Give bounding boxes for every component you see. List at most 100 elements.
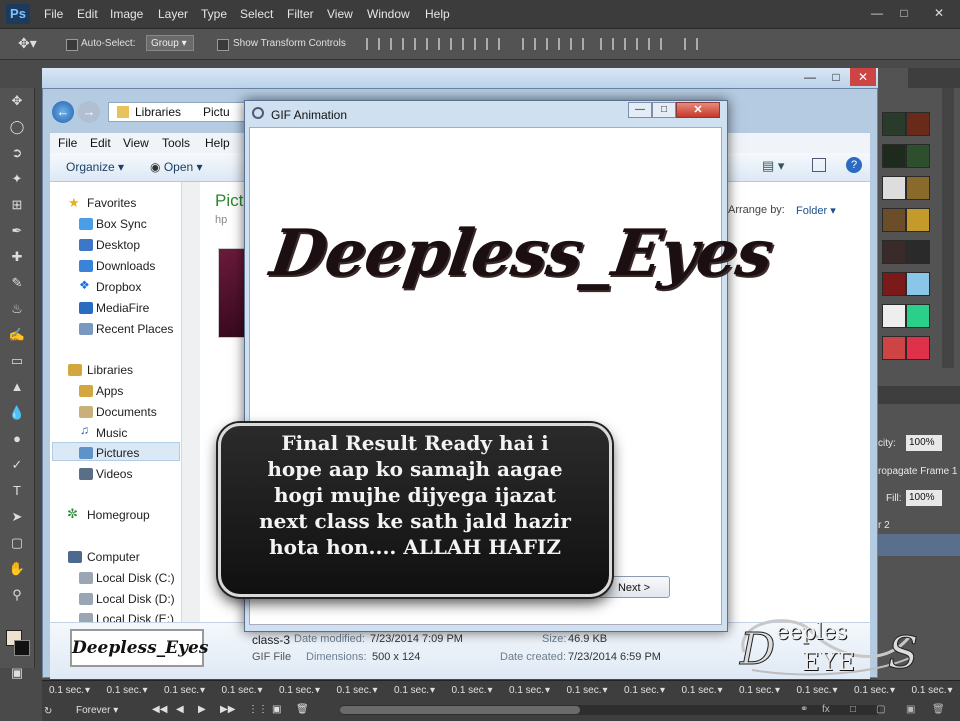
trash-icon[interactable]: 🗑 — [932, 704, 945, 715]
show-transform-checkbox[interactable] — [217, 39, 229, 51]
explorer-close-icon[interactable]: ✕ — [850, 68, 876, 86]
help-icon[interactable]: ? — [846, 157, 862, 173]
organize-button[interactable]: Organize ▾ — [66, 160, 124, 174]
history-brush-icon[interactable]: ✍ — [8, 326, 26, 344]
nav-dropbox[interactable]: Dropbox — [96, 280, 141, 294]
frame-delay[interactable]: 0.1 sec. — [682, 685, 717, 696]
auto-align-icon[interactable] — [684, 38, 698, 50]
frame-delay[interactable]: 0.1 sec. — [394, 685, 429, 696]
zoom-tool-icon[interactable]: ⚲ — [8, 586, 26, 604]
align-right-icon[interactable] — [486, 38, 500, 50]
frame-delay-dropdown-icon[interactable]: ▾ — [85, 685, 90, 696]
frame-delay-dropdown-icon[interactable]: ▾ — [488, 685, 493, 696]
menu-window[interactable]: Window — [367, 7, 410, 21]
frame-delay[interactable]: 0.1 sec. — [222, 685, 257, 696]
next-frame-icon[interactable]: ▶▶ — [220, 704, 235, 715]
menu-image[interactable]: Image — [110, 7, 143, 21]
frame-delay-dropdown-icon[interactable]: ▾ — [890, 685, 895, 696]
style-swatch[interactable] — [882, 144, 906, 168]
tween-icon[interactable]: ⋮⋮ — [248, 704, 268, 715]
frame-delay-dropdown-icon[interactable]: ▾ — [430, 685, 435, 696]
first-frame-icon[interactable]: ◀◀ — [152, 704, 167, 715]
frame-delay[interactable]: 0.1 sec. — [337, 685, 372, 696]
style-swatch[interactable] — [882, 304, 906, 328]
frame-delay-dropdown-icon[interactable]: ▾ — [775, 685, 780, 696]
frame-delay[interactable]: 0.1 sec. — [739, 685, 774, 696]
lasso-tool-icon[interactable]: ➲ — [8, 144, 26, 162]
style-swatch[interactable] — [882, 208, 906, 232]
nav-homegroup[interactable]: Homegroup — [87, 508, 150, 522]
paint-bucket-icon[interactable]: ▲ — [8, 378, 26, 396]
frame-delay-dropdown-icon[interactable]: ▾ — [315, 685, 320, 696]
crop-tool-icon[interactable]: ⊞ — [8, 196, 26, 214]
frame-delay-dropdown-icon[interactable]: ▾ — [200, 685, 205, 696]
blur-tool-icon[interactable]: 💧 — [8, 404, 26, 422]
quick-mask-icon[interactable]: ▣ — [8, 664, 26, 682]
path-selection-icon[interactable]: ➤ — [8, 508, 26, 526]
explorer-menu-tools[interactable]: Tools — [162, 136, 190, 150]
frame-delay-dropdown-icon[interactable]: ▾ — [718, 685, 723, 696]
nav-downloads[interactable]: Downloads — [96, 259, 155, 273]
nav-documents[interactable]: Documents — [96, 405, 157, 419]
delete-frame-icon[interactable]: 🗑 — [296, 704, 309, 715]
style-swatch[interactable] — [882, 176, 906, 200]
marquee-tool-icon[interactable]: ◯ — [8, 118, 26, 136]
style-swatch[interactable] — [906, 144, 930, 168]
hand-tool-icon[interactable]: ✋ — [8, 560, 26, 578]
style-swatch[interactable] — [906, 304, 930, 328]
move-tool-icon[interactable]: ✥▾ — [18, 35, 37, 52]
frame-delay[interactable]: 0.1 sec. — [912, 685, 947, 696]
menu-filter[interactable]: Filter — [287, 7, 314, 21]
nav-local-disk-d[interactable]: Local Disk (D:) — [96, 592, 175, 606]
auto-select-checkbox[interactable] — [66, 39, 78, 51]
folder-layer-icon[interactable]: ▢ — [876, 704, 885, 715]
menu-type[interactable]: Type — [201, 7, 227, 21]
new-frame-icon[interactable]: ▣ — [906, 704, 915, 715]
explorer-menu-file[interactable]: File — [58, 136, 77, 150]
loop-dropdown[interactable]: Forever ▾ — [76, 705, 118, 716]
previous-frame-icon[interactable]: ◀ — [176, 704, 184, 715]
distribute-left-icon[interactable] — [600, 38, 614, 50]
menu-select[interactable]: Select — [240, 7, 273, 21]
magic-wand-icon[interactable]: ✦ — [8, 170, 26, 188]
frame-delay-dropdown-icon[interactable]: ▾ — [833, 685, 838, 696]
style-swatch[interactable] — [906, 240, 930, 264]
open-button[interactable]: ◉ Open ▾ — [150, 160, 203, 174]
align-vcenter-icon[interactable] — [390, 38, 404, 50]
align-top-icon[interactable] — [366, 38, 380, 50]
healing-brush-icon[interactable]: ✚ — [8, 248, 26, 266]
gif-maximize-icon[interactable]: □ — [652, 102, 676, 118]
frame-delay-dropdown-icon[interactable]: ▾ — [603, 685, 608, 696]
move-tool-icon[interactable]: ✥ — [8, 92, 26, 110]
breadcrumb-pictures[interactable]: Pictu — [203, 105, 230, 119]
distribute-vcenter-icon[interactable] — [546, 38, 560, 50]
minimize-icon[interactable]: — — [866, 4, 888, 22]
frame-delay[interactable]: 0.1 sec. — [509, 685, 544, 696]
nav-favorites[interactable]: Favorites — [87, 196, 136, 210]
frame-delay-dropdown-icon[interactable]: ▾ — [258, 685, 263, 696]
type-tool-icon[interactable]: T — [8, 482, 26, 500]
menu-view[interactable]: View — [327, 7, 353, 21]
eraser-icon[interactable]: ▭ — [8, 352, 26, 370]
nav-local-disk-c[interactable]: Local Disk (C:) — [96, 571, 175, 585]
frame-delay-dropdown-icon[interactable]: ▾ — [545, 685, 550, 696]
play-icon[interactable]: ▶ — [198, 704, 206, 715]
style-swatch[interactable] — [906, 176, 930, 200]
explorer-menu-edit[interactable]: Edit — [90, 136, 111, 150]
style-swatch[interactable] — [882, 272, 906, 296]
distribute-hcenter-icon[interactable] — [624, 38, 638, 50]
explorer-minimize-icon[interactable]: — — [798, 68, 822, 86]
frame-delay[interactable]: 0.1 sec. — [624, 685, 659, 696]
nav-pictures[interactable]: Pictures — [96, 446, 139, 460]
style-swatch[interactable] — [906, 112, 930, 136]
frame-delay[interactable]: 0.1 sec. — [854, 685, 889, 696]
frame-delay[interactable]: 0.1 sec. — [107, 685, 142, 696]
distribute-right-icon[interactable] — [648, 38, 662, 50]
frame-delay-dropdown-icon[interactable]: ▾ — [143, 685, 148, 696]
nav-videos[interactable]: Videos — [96, 467, 132, 481]
distribute-bottom-icon[interactable] — [570, 38, 584, 50]
gif-close-icon[interactable]: ✕ — [676, 102, 720, 118]
nav-libraries[interactable]: Libraries — [87, 363, 133, 377]
gif-minimize-icon[interactable]: — — [628, 102, 652, 118]
background-color-swatch[interactable] — [14, 640, 30, 656]
